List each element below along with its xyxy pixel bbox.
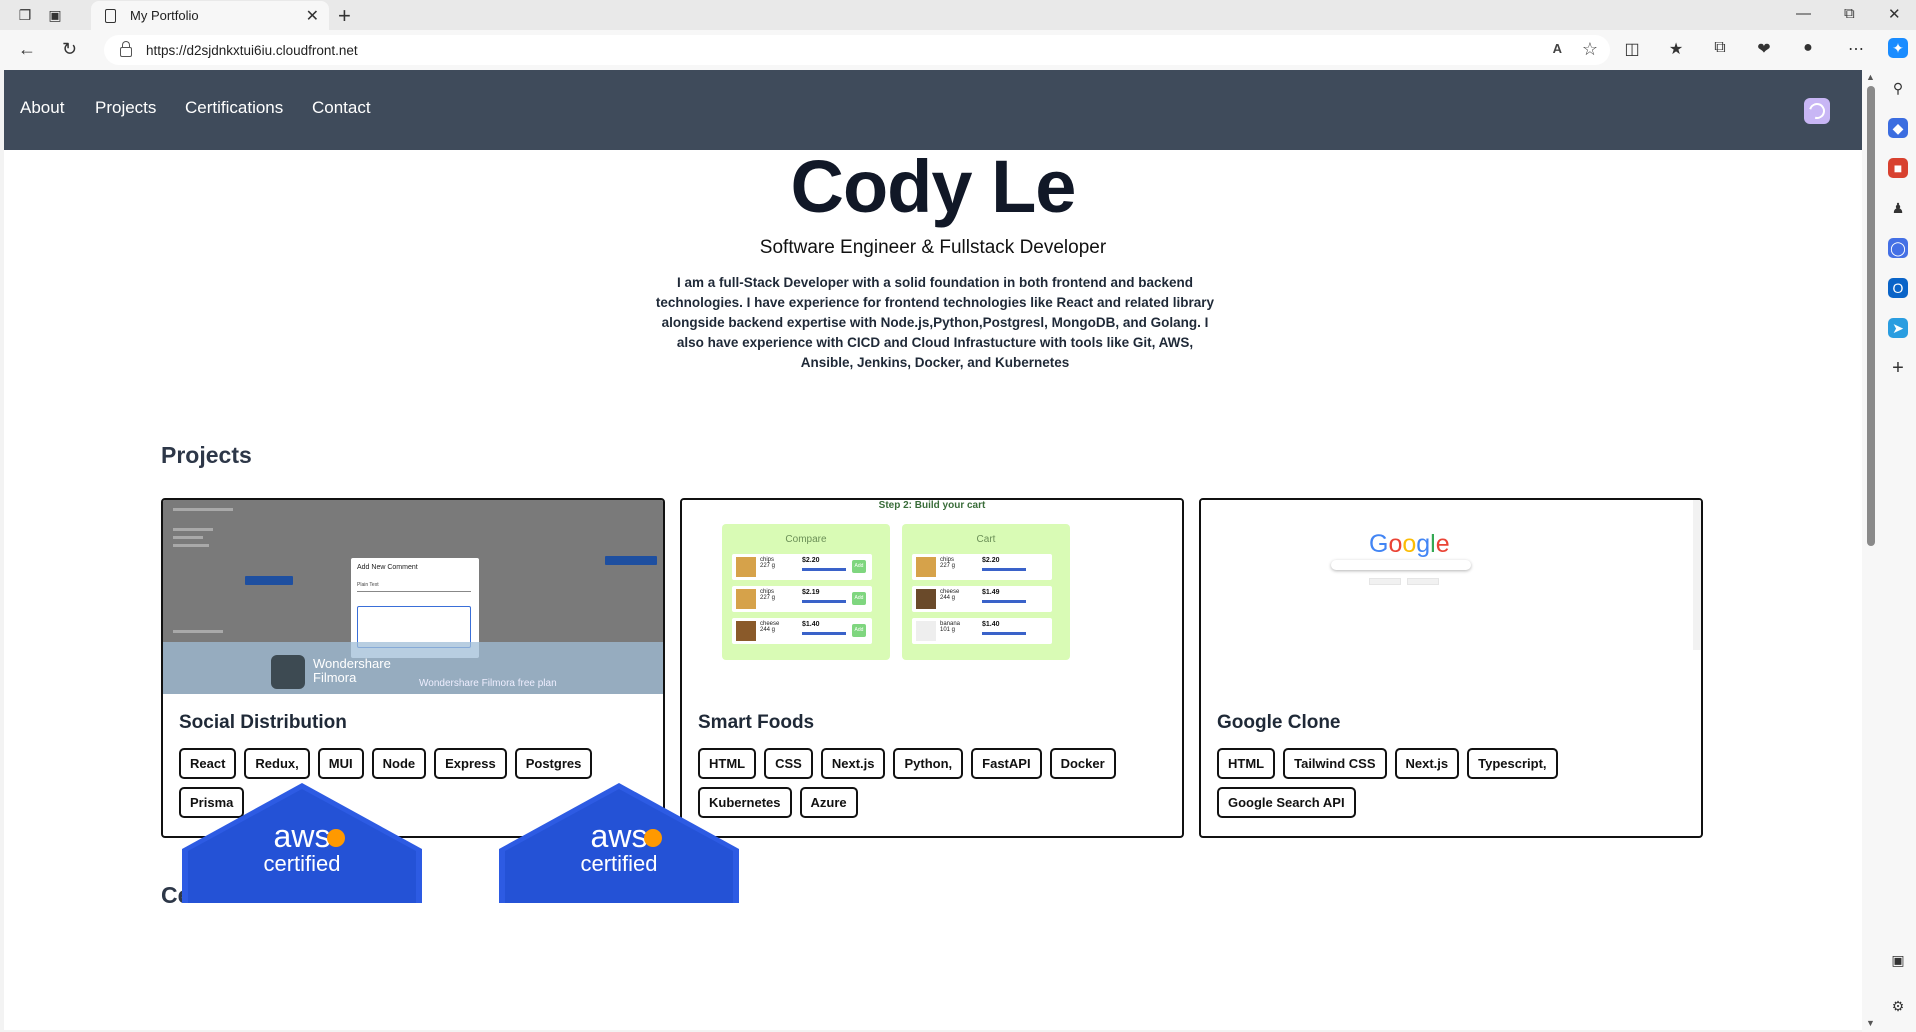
scroll-up-icon[interactable]: ▲ <box>1866 72 1875 82</box>
svg-text:certified: certified <box>580 851 657 876</box>
split-screen-icon[interactable]: ◫ <box>1622 39 1642 59</box>
tag: Redux, <box>244 748 310 779</box>
scroll-down-icon[interactable]: ▼ <box>1866 1018 1875 1028</box>
lock-icon[interactable] <box>120 41 132 57</box>
copilot-icon[interactable]: ✦ <box>1888 38 1908 58</box>
drop-icon[interactable]: ➤ <box>1888 318 1908 338</box>
url-text[interactable]: https://d2sjdnkxtui6iu.cloudfront.net <box>146 43 358 58</box>
filmora-logo-icon <box>271 655 305 689</box>
tab-actions-icon[interactable]: ▣ <box>46 6 64 24</box>
tools-icon[interactable]: ■ <box>1888 158 1908 178</box>
refresh-icon[interactable]: ↻ <box>62 39 77 60</box>
tag: Node <box>371 748 427 779</box>
more-icon[interactable]: ⋯ <box>1846 39 1866 59</box>
tag-list: HTML CSS Next.js Python, FastAPI Docker … <box>698 748 1168 818</box>
site-navbar: About Projects Certifications Contact <box>4 70 1862 150</box>
nav-projects[interactable]: Projects <box>95 98 156 118</box>
tag-list: HTML Tailwind CSS Next.js Typescript, Go… <box>1217 748 1687 818</box>
project-card-google-clone[interactable]: Google Google Clone HTML Tailwind CSS Ne… <box>1199 498 1703 838</box>
profile-icon[interactable]: ● <box>1798 39 1818 57</box>
cart-panel: Cart chips 227 g $2.20 cheese 244 g $1.49 … <box>902 524 1070 660</box>
browser-tab[interactable]: My Portfolio ✕ <box>91 1 329 30</box>
project-screenshot: Google <box>1201 500 1701 694</box>
tag: CSS <box>764 748 813 779</box>
new-tab-button[interactable]: + <box>338 3 351 29</box>
favorite-star-icon[interactable]: ☆ <box>1582 39 1598 60</box>
tag: Postgres <box>514 748 593 779</box>
svg-text:aws: aws <box>591 818 648 854</box>
edge-sidebar: ✦ ⚲ ◆ ■ ♟ ◯ O ➤ + ▣ ⚙ <box>1880 30 1916 1032</box>
tag: HTML <box>698 748 757 779</box>
page-viewport: About Projects Certifications Contact Co… <box>4 70 1862 1030</box>
shopping-icon[interactable]: ◆ <box>1888 118 1908 138</box>
project-title: Social Distribution <box>179 712 347 733</box>
project-screenshot: Add New Comment Plain Text Wondershare F… <box>163 500 663 694</box>
tag: Next.js <box>820 748 886 779</box>
project-title: Smart Foods <box>698 712 815 733</box>
tag: Express <box>434 748 507 779</box>
add-sidebar-app-icon[interactable]: + <box>1888 358 1908 378</box>
tag: HTML <box>1217 748 1276 779</box>
svg-text:certified: certified <box>263 851 340 876</box>
back-icon[interactable]: ← <box>18 39 36 60</box>
moon-icon <box>1806 100 1828 122</box>
compare-panel: Compare chips 227 g $2.20 Add chips 227 g $… <box>722 524 890 660</box>
favorites-icon[interactable]: ★ <box>1666 39 1686 59</box>
theme-toggle-button[interactable] <box>1804 98 1830 124</box>
google-logo: Google <box>1369 530 1450 558</box>
address-bar-row: ← ↻ https://d2sjdnkxtui6iu.cloudfront.ne… <box>0 30 1916 70</box>
games-icon[interactable]: ♟ <box>1888 198 1908 218</box>
extensions-icon[interactable]: ❤ <box>1754 39 1774 59</box>
nav-contact[interactable]: Contact <box>312 98 371 118</box>
office-icon[interactable]: ◯ <box>1888 238 1908 258</box>
tag: Google Search API <box>1217 787 1356 818</box>
address-bar[interactable]: https://d2sjdnkxtui6iu.cloudfront.net A … <box>104 35 1610 65</box>
tag: Typescript, <box>1467 748 1558 779</box>
tag: MUI <box>317 748 364 779</box>
tag: FastAPI <box>971 748 1042 779</box>
tag: Next.js <box>1394 748 1460 779</box>
tag: Docker <box>1049 748 1116 779</box>
page-scrollbar[interactable]: ▲ ▼ <box>1862 70 1880 1032</box>
minimize-icon[interactable]: — <box>1796 5 1811 22</box>
google-search-box <box>1331 560 1471 570</box>
hero-subtitle: Software Engineer & Fullstack Developer <box>759 237 1107 258</box>
collections-icon[interactable]: ⧉ <box>1710 39 1730 57</box>
nav-certifications[interactable]: Certifications <box>185 98 283 118</box>
watermark-bar <box>163 642 663 694</box>
project-title: Google Clone <box>1217 712 1341 733</box>
scrollbar-thumb[interactable] <box>1867 86 1875 546</box>
tag: Tailwind CSS <box>1283 748 1387 779</box>
tag: Azure <box>799 787 858 818</box>
screenshot-icon[interactable]: ▣ <box>1888 950 1908 970</box>
aws-certification-badge[interactable]: aws certified <box>182 783 422 903</box>
settings-gear-icon[interactable]: ⚙ <box>1888 996 1908 1016</box>
project-card-smart-foods[interactable]: Step 2: Build your cart Compare chips 22… <box>680 498 1184 838</box>
svg-text:aws: aws <box>274 818 331 854</box>
restore-icon[interactable]: ⧉ <box>1844 5 1855 22</box>
watermark-sub: Wondershare Filmora free plan <box>419 678 557 689</box>
workspaces-icon[interactable]: ❐ <box>16 6 34 24</box>
outlook-icon[interactable]: O <box>1888 278 1908 298</box>
tag: React <box>179 748 237 779</box>
watermark-brand: Wondershare Filmora <box>313 656 391 685</box>
project-screenshot: Step 2: Build your cart Compare chips 22… <box>682 500 1182 694</box>
tag: Python, <box>893 748 964 779</box>
page-icon <box>105 8 116 23</box>
hero-bio: I am a full-Stack Developer with a solid… <box>655 275 1215 370</box>
tab-title: My Portfolio <box>130 8 199 23</box>
browser-tab-bar: ❐ ▣ My Portfolio ✕ + — ⧉ ✕ <box>0 0 1916 30</box>
hero-name: Cody Le <box>790 145 1077 228</box>
aws-certification-badge[interactable]: aws certified <box>499 783 739 903</box>
nav-about[interactable]: About <box>20 98 64 118</box>
close-tab-icon[interactable]: ✕ <box>306 6 319 26</box>
read-aloud-icon[interactable]: A <box>1553 41 1562 56</box>
close-window-icon[interactable]: ✕ <box>1888 5 1901 23</box>
projects-heading: Projects <box>161 442 252 468</box>
search-icon[interactable]: ⚲ <box>1888 78 1908 98</box>
